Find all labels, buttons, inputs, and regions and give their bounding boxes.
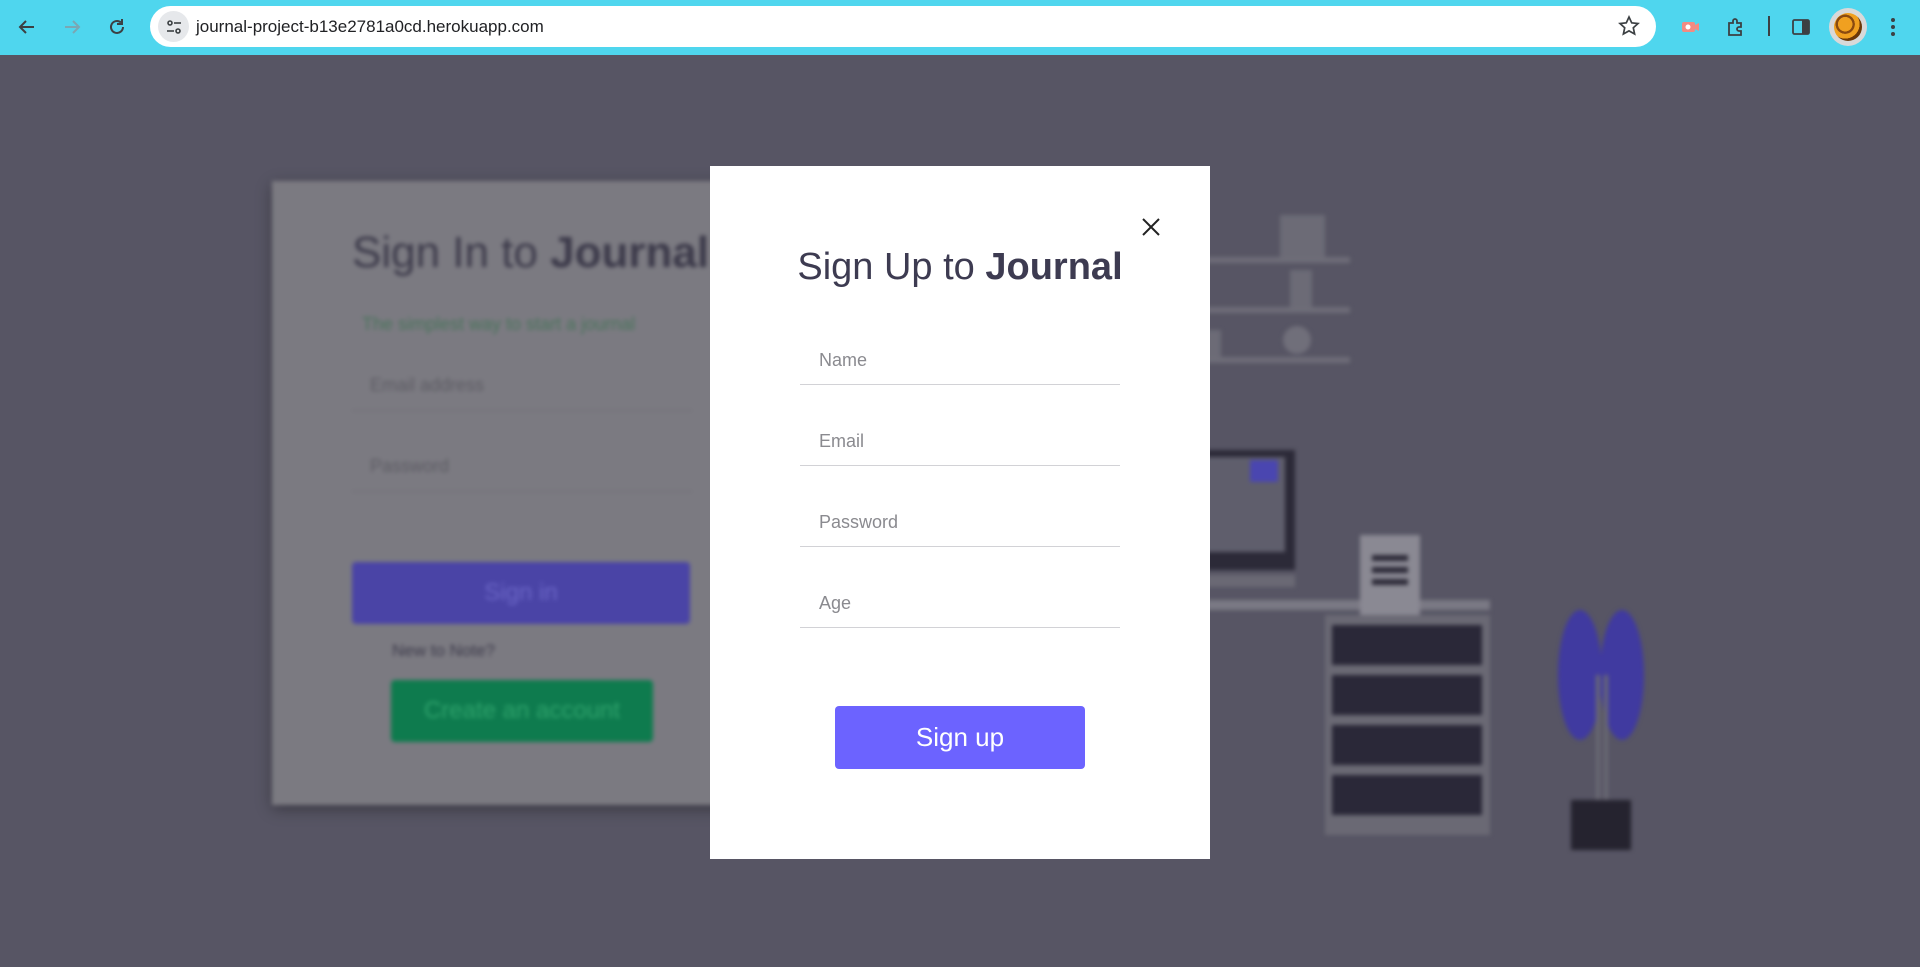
close-icon[interactable] [1136,212,1166,242]
back-arrow-icon[interactable] [12,12,42,42]
toolbar-divider [1768,16,1770,36]
extension-icon[interactable] [1675,12,1705,42]
signin-title: Sign In to Journal [352,228,710,277]
signup-modal: Sign Up to Journal Sign up [710,166,1210,859]
new-to-text: New to Note? [392,641,495,660]
signin-card: Sign In to Journal The simplest way to s… [272,181,732,805]
address-bar[interactable]: journal-project-b13e2781a0cd.herokuapp.c… [150,6,1656,47]
browser-toolbar: journal-project-b13e2781a0cd.herokuapp.c… [0,0,1920,55]
signin-subtitle: The simplest way to start a journal [362,314,636,334]
email-field[interactable] [800,418,1120,466]
modal-title: Sign Up to Journal [797,246,1123,288]
office-illustration [1200,215,1644,850]
signin-button: Sign in [352,562,690,624]
password-field[interactable] [800,499,1120,547]
signin-password-field: Password [352,442,692,492]
site-settings-icon[interactable] [158,11,189,42]
menu-dots-icon[interactable] [1878,12,1908,42]
side-panel-icon[interactable] [1786,12,1816,42]
signin-email-field: Email address [352,361,692,411]
forward-arrow-icon[interactable] [57,12,87,42]
bookmark-star-icon[interactable] [1618,14,1640,42]
reload-icon[interactable] [102,12,132,42]
puzzle-icon[interactable] [1721,12,1751,42]
profile-avatar[interactable] [1829,8,1867,46]
signup-button[interactable]: Sign up [835,706,1085,769]
create-account-button: Create an account [391,680,653,742]
age-field[interactable] [800,580,1120,628]
url-text[interactable]: journal-project-b13e2781a0cd.herokuapp.c… [196,17,544,37]
name-field[interactable] [800,337,1120,385]
